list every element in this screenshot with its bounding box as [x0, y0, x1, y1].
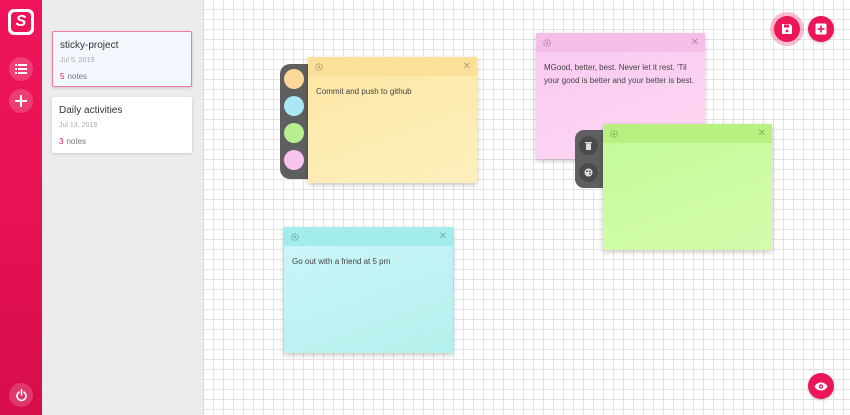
- delete-note-button[interactable]: [579, 136, 598, 155]
- sticky-note-yellow[interactable]: ✕ Commit and push to github: [308, 57, 477, 183]
- project-card-sticky-project[interactable]: sticky-project Jul 5, 2019 5 notes: [52, 31, 192, 87]
- project-note-count: 5 notes: [60, 72, 184, 81]
- project-note-count: 3 notes: [59, 137, 185, 146]
- project-title: Daily activities: [59, 105, 123, 116]
- gear-icon[interactable]: [609, 129, 619, 139]
- toggle-view-button[interactable]: [808, 373, 834, 399]
- project-title: sticky-project: [60, 40, 119, 51]
- change-color-button[interactable]: [579, 163, 598, 182]
- add-note-icon: [815, 23, 827, 35]
- notes-board[interactable]: ✕ Commit and push to github ✕ MGood, bet…: [204, 0, 850, 415]
- note-tools: [575, 130, 605, 188]
- add-note-button[interactable]: [808, 16, 834, 42]
- sticky-note-blue[interactable]: ✕ Go out with a friend at 5 pm: [284, 227, 453, 353]
- app-logo[interactable]: S: [8, 9, 34, 35]
- note-header: ✕: [284, 227, 453, 246]
- note-text[interactable]: MGood, better, best. Never let it rest. …: [544, 61, 697, 87]
- save-button[interactable]: [774, 16, 800, 42]
- color-swatch-pink[interactable]: [284, 150, 304, 170]
- project-card-daily-activities[interactable]: Daily activities Jul 13, 2019 3 notes: [52, 97, 192, 153]
- list-icon: [15, 64, 27, 74]
- project-date: Jul 13, 2019: [59, 122, 98, 129]
- color-swatch-blue[interactable]: [284, 96, 304, 116]
- plus-icon: [15, 95, 27, 107]
- logout-button[interactable]: [9, 383, 33, 407]
- add-project-button[interactable]: [9, 89, 33, 113]
- close-icon[interactable]: ✕: [439, 231, 447, 242]
- color-palette: [280, 64, 310, 179]
- note-count-label: notes: [67, 72, 88, 81]
- sticky-note-green[interactable]: ✕: [603, 124, 772, 250]
- power-icon: [15, 388, 27, 401]
- logo-letter: S: [11, 12, 31, 32]
- note-count-value: 5: [60, 72, 65, 81]
- gear-icon[interactable]: [314, 62, 324, 72]
- color-swatch-orange[interactable]: [284, 69, 304, 89]
- gear-icon[interactable]: [290, 232, 300, 242]
- project-list: sticky-project Jul 5, 2019 5 notes Daily …: [42, 0, 204, 415]
- app-sidebar: S: [0, 0, 42, 415]
- close-icon[interactable]: ✕: [691, 37, 699, 48]
- project-date: Jul 5, 2019: [60, 57, 95, 64]
- note-header: ✕: [603, 124, 772, 143]
- note-count-value: 3: [59, 137, 64, 146]
- note-count-label: notes: [66, 137, 87, 146]
- close-icon[interactable]: ✕: [758, 128, 766, 139]
- palette-icon: [584, 168, 593, 177]
- note-header: ✕: [308, 57, 477, 76]
- note-text[interactable]: Commit and push to github: [316, 85, 469, 98]
- trash-icon: [585, 142, 592, 150]
- close-icon[interactable]: ✕: [463, 61, 471, 72]
- projects-list-button[interactable]: [9, 57, 33, 81]
- note-text[interactable]: Go out with a friend at 5 pm: [292, 255, 445, 268]
- note-header: ✕: [536, 33, 705, 52]
- save-icon: [782, 24, 792, 34]
- color-swatch-green[interactable]: [284, 123, 304, 143]
- gear-icon[interactable]: [542, 38, 552, 48]
- eye-icon: [814, 382, 828, 390]
